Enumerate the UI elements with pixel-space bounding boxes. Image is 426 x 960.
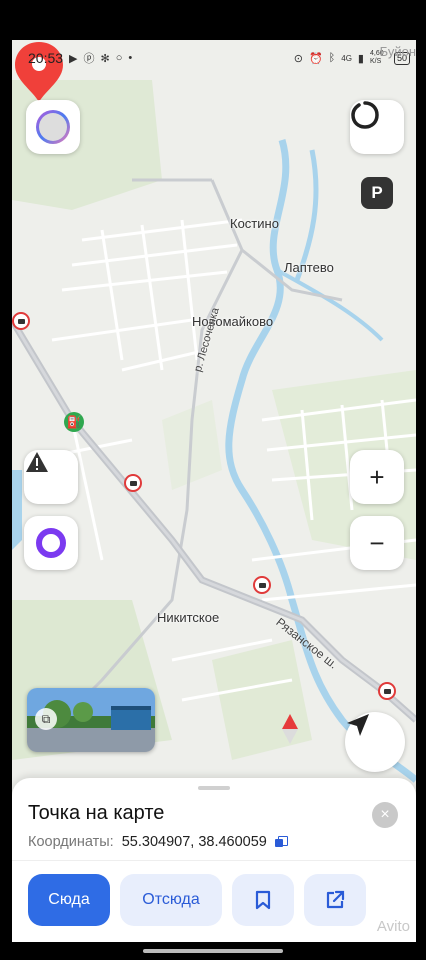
location-icon: ⊙ — [293, 52, 303, 65]
speed-camera-icon[interactable] — [253, 576, 271, 594]
speed-camera-icon[interactable] — [378, 682, 396, 700]
place-card[interactable]: Точка на карте × Координаты: 55.304907, … — [12, 778, 416, 942]
locate-me-button[interactable] — [345, 712, 405, 772]
network-type: 4G — [341, 53, 352, 63]
bookmark-icon — [255, 890, 271, 910]
close-button[interactable]: × — [372, 802, 398, 828]
warning-icon — [26, 452, 48, 472]
watermark-top: Буйон — [379, 44, 416, 59]
compass-icon — [282, 714, 298, 744]
fan-icon: ✻ — [100, 52, 110, 65]
panorama-icon: ⧉ — [35, 708, 57, 730]
parking-icon: P — [361, 177, 393, 209]
route-from-button[interactable]: Отсюда — [120, 874, 222, 926]
share-icon — [326, 890, 345, 909]
layers-icon — [351, 101, 379, 129]
profile-button[interactable] — [26, 100, 80, 154]
parking-button[interactable]: P — [350, 166, 404, 220]
zoom-in-button[interactable]: + — [350, 450, 404, 504]
map-view[interactable]: Костино Лаптево Новомайково Никитское р.… — [12, 40, 416, 800]
notification-dot: • — [128, 52, 133, 64]
coordinates-row: Координаты: 55.304907, 38.460059 — [28, 834, 288, 850]
home-gesture-pill[interactable] — [143, 949, 283, 953]
status-bar: 20:53 ▶ ⓟ ✻ ○ • ⊙ ⏰ ᛒ 4G ▮ 4,60 K/S 50 Б… — [12, 40, 416, 76]
route-here-button[interactable]: Сюда — [28, 874, 110, 926]
status-time: 20:53 — [28, 50, 64, 66]
circle-icon: ○ — [115, 52, 123, 64]
alarm-icon: ⏰ — [308, 52, 323, 65]
youtube-icon: ▶ — [69, 52, 78, 65]
place-nikitskoe: Никитское — [157, 610, 220, 625]
layers-button[interactable] — [350, 100, 404, 154]
alice-icon — [36, 528, 66, 558]
zoom-out-button[interactable]: − — [350, 516, 404, 570]
divider — [12, 860, 416, 861]
bookmark-button[interactable] — [232, 874, 294, 926]
pinterest-icon: ⓟ — [83, 53, 95, 65]
street-view-thumbnail[interactable]: ⧉ — [27, 688, 155, 752]
copy-icon[interactable] — [274, 836, 288, 848]
coordinates-label: Координаты: — [28, 834, 114, 850]
bluetooth-icon: ᛒ — [328, 52, 336, 64]
avatar — [36, 110, 70, 144]
speed-camera-icon[interactable] — [12, 312, 30, 330]
share-button[interactable] — [304, 874, 366, 926]
place-kostino: Костино — [230, 216, 279, 231]
app-screen: Костино Лаптево Новомайково Никитское р.… — [12, 40, 416, 942]
signal-icon: ▮ — [357, 52, 364, 65]
place-title: Точка на карте — [28, 802, 165, 824]
navigation-arrow-icon — [347, 714, 369, 736]
road-event-button[interactable] — [24, 450, 78, 504]
speed-camera-icon[interactable] — [124, 474, 142, 492]
compass-button[interactable] — [278, 712, 332, 766]
gas-station-icon[interactable]: ⛽ — [64, 412, 84, 432]
coordinates-value[interactable]: 55.304907, 38.460059 — [122, 834, 267, 850]
place-laptevo: Лаптево — [284, 260, 334, 275]
alice-button[interactable] — [24, 516, 78, 570]
sheet-handle[interactable] — [198, 786, 230, 790]
avito-watermark: Avito — [376, 918, 410, 935]
